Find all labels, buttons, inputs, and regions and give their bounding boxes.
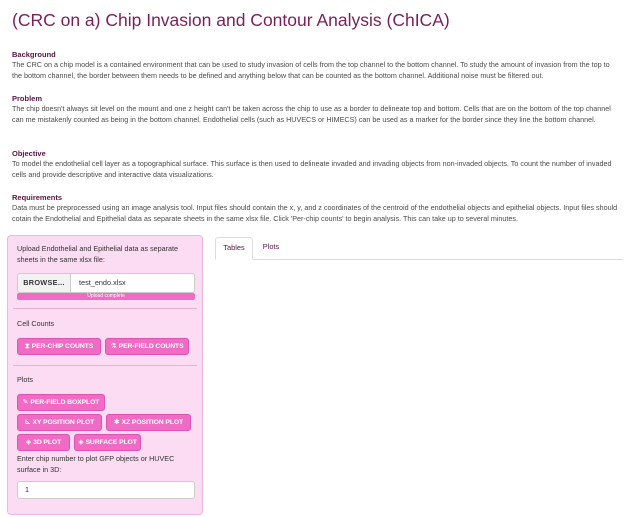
surface-plot-button[interactable]: ◈ SURFACE PLOT <box>74 434 141 451</box>
xz-position-plot-button[interactable]: ✱ XZ POSITION PLOT <box>106 414 191 431</box>
browse-button[interactable]: BROWSE... <box>17 273 71 293</box>
chip-number-input[interactable]: 1 <box>17 481 195 499</box>
problem-heading: Problem <box>12 94 43 103</box>
requirements-section: Requirements Data must be preprocessed u… <box>12 193 618 225</box>
per-field-boxplot-button[interactable]: ✎ PER-FIELD BOXPLOT <box>17 394 105 411</box>
objective-text: To model the endothelial cell layer as a… <box>12 159 612 179</box>
per-field-boxplot-label: PER-FIELD BOXPLOT <box>30 399 100 406</box>
flask-icon: ⚗ <box>110 343 117 350</box>
hourglass-icon: ⧗ <box>24 343 30 350</box>
divider <box>13 308 197 309</box>
main-tabs: Tables Plots <box>215 237 623 260</box>
background-text: The CRC on a chip model is a contained e… <box>12 60 610 80</box>
3d-plot-button[interactable]: ◈ 3D PLOT <box>17 434 70 451</box>
app-title: (CRC on a) Chip Invasion and Contour Ana… <box>12 10 450 30</box>
requirements-text: Data must be preprocessed using an image… <box>12 203 618 223</box>
objective-heading: Objective <box>12 149 46 158</box>
per-field-counts-label: PER-FIELD COUNTS <box>118 343 184 350</box>
surface-plot-label: SURFACE PLOT <box>85 439 137 446</box>
problem-section: Problem The chip doesn't always sit leve… <box>12 94 618 126</box>
file-name-field[interactable]: test_endo.xlsx <box>71 273 195 293</box>
per-chip-counts-label: PER-CHIP COUNTS <box>31 343 94 350</box>
chip-number-label: Enter chip number to plot GFP objects or… <box>17 454 175 474</box>
sidebar-panel: Upload Endothelial and Epithelial data a… <box>7 235 203 515</box>
cube-icon: ◈ <box>78 439 84 446</box>
upload-progress-text: Upload complete <box>87 293 125 299</box>
per-field-counts-button[interactable]: ⚗ PER-FIELD COUNTS <box>105 338 189 355</box>
divider <box>13 365 197 366</box>
problem-text: The chip doesn't always sit level on the… <box>12 104 611 124</box>
per-chip-counts-button[interactable]: ⧗ PER-CHIP COUNTS <box>17 338 101 355</box>
requirements-heading: Requirements <box>12 193 63 202</box>
paintbrush-icon: ✎ <box>22 399 29 406</box>
cell-counts-label: Cell Counts <box>17 319 55 328</box>
asterisk-icon: ✱ <box>113 419 120 426</box>
file-upload: BROWSE... test_endo.xlsx <box>17 273 195 293</box>
background-heading: Background <box>12 50 56 59</box>
cube-icon: ◈ <box>25 439 32 446</box>
background-section: Background The CRC on a chip model is a … <box>12 50 618 82</box>
xz-position-plot-label: XZ POSITION PLOT <box>121 419 184 426</box>
upload-label: Upload Endothelial and Epithelial data a… <box>17 244 179 264</box>
objective-section: Objective To model the endothelial cell … <box>12 149 618 181</box>
chart-icon: ⊾ <box>24 419 31 426</box>
xy-position-plot-button[interactable]: ⊾ XY POSITION PLOT <box>17 414 102 431</box>
plots-label: Plots <box>17 375 33 384</box>
3d-plot-label: 3D PLOT <box>33 439 62 446</box>
tab-tables[interactable]: Tables <box>215 237 253 260</box>
xy-position-plot-label: XY POSITION PLOT <box>32 419 95 426</box>
tab-plots[interactable]: Plots <box>255 237 287 259</box>
upload-progress-bar: Upload complete <box>17 293 195 300</box>
